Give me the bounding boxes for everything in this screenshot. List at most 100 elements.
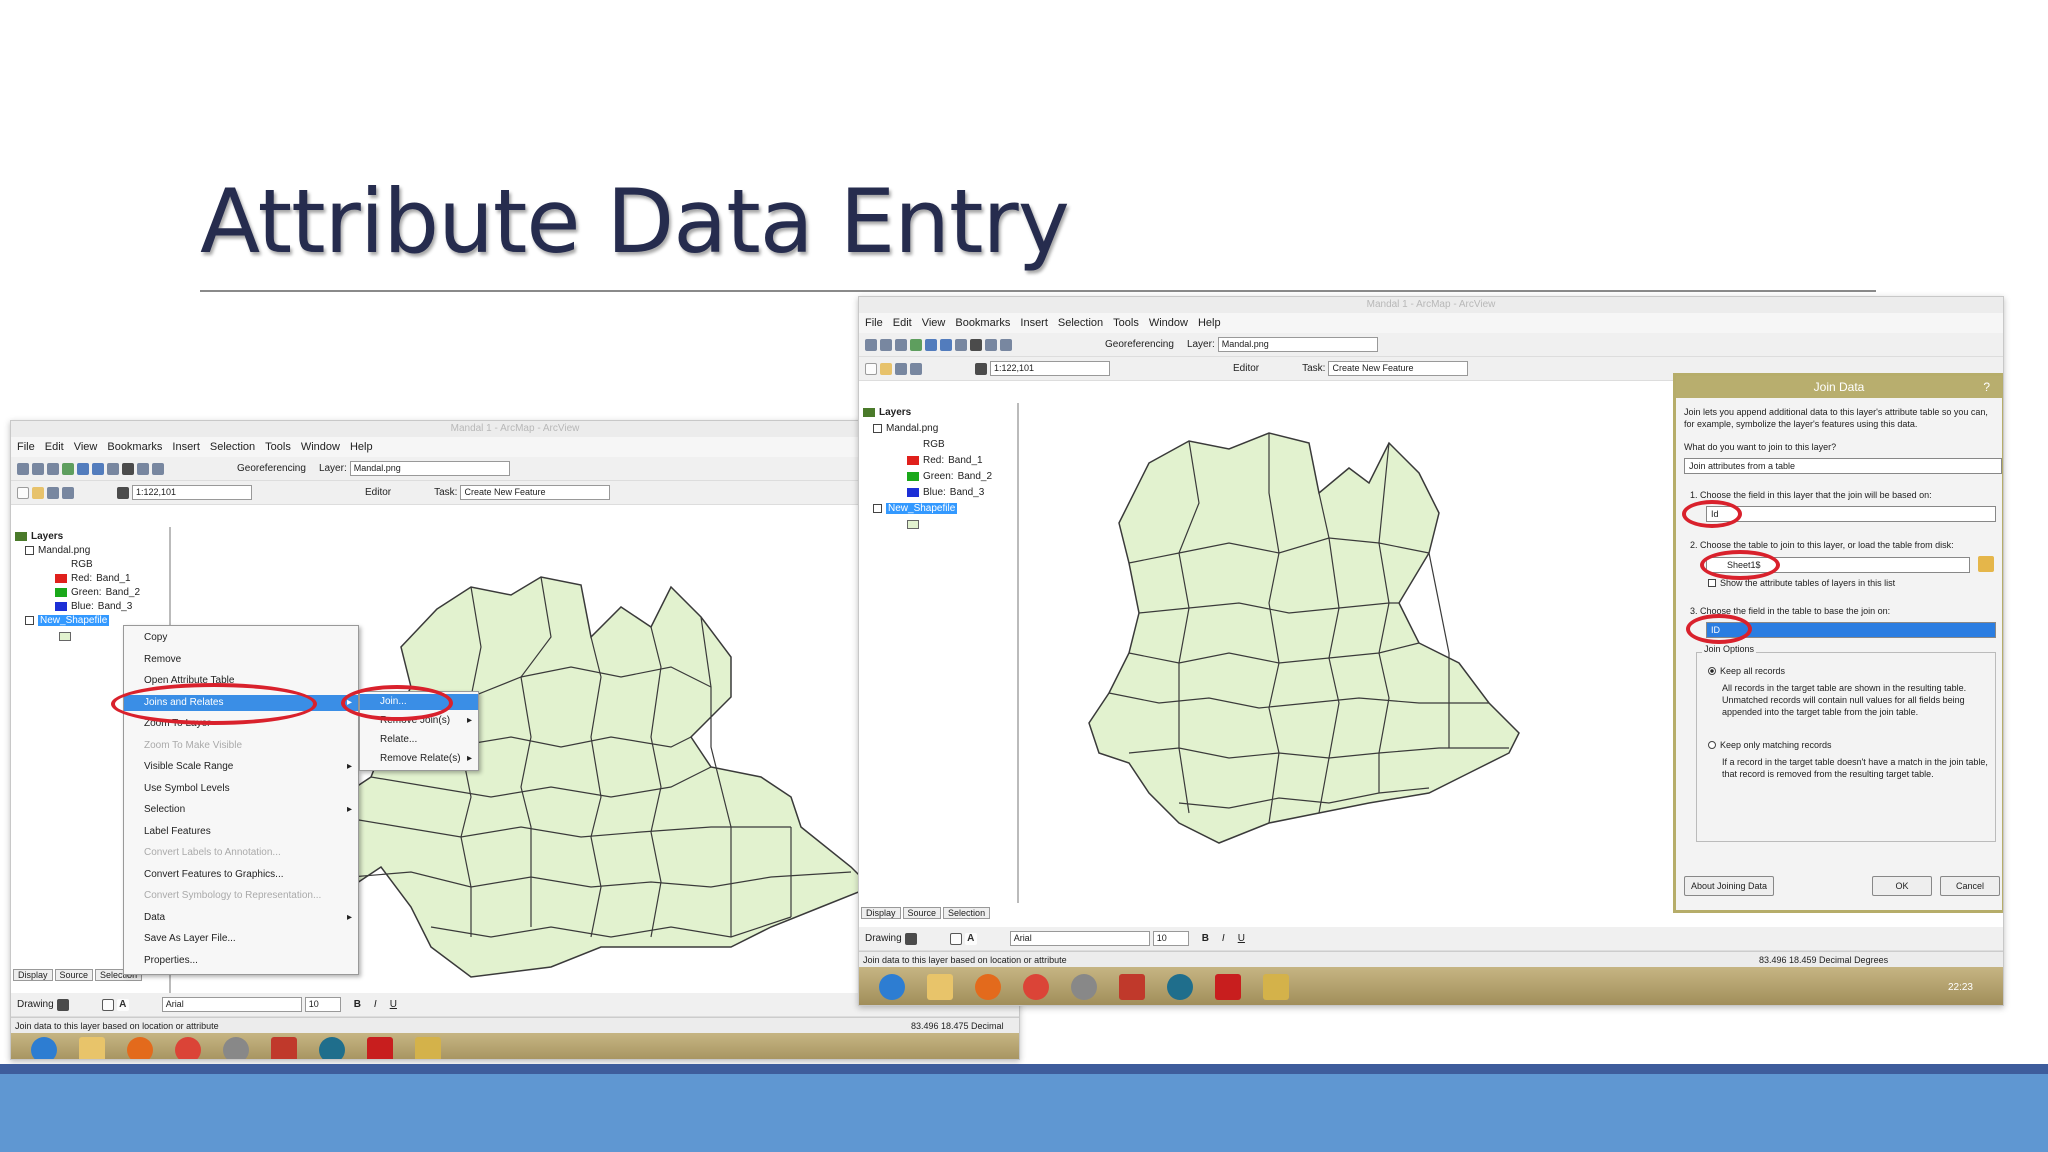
shapefile-label[interactable]: New_Shapefile: [886, 502, 958, 514]
context-menu-item[interactable]: Use Symbol Levels: [124, 781, 358, 797]
georeferencing-menu[interactable]: Georeferencing: [1105, 339, 1174, 350]
powerpoint-icon[interactable]: [271, 1037, 297, 1059]
keep-matching-radio[interactable]: Keep only matching records: [1708, 740, 1832, 750]
layer-select[interactable]: Mandal.png: [349, 461, 510, 476]
tool-icon[interactable]: [1263, 974, 1289, 1000]
about-joining-button[interactable]: About Joining Data: [1684, 876, 1774, 896]
toc-shapefile[interactable]: New_Shapefile: [25, 613, 110, 627]
radio-icon[interactable]: [1708, 741, 1716, 749]
editor-menu[interactable]: Editor: [365, 487, 391, 498]
ie-icon[interactable]: [31, 1037, 57, 1059]
georeferencing-menu[interactable]: Georeferencing: [237, 463, 306, 474]
save-icon[interactable]: [895, 362, 907, 375]
menu-help[interactable]: Help: [350, 441, 373, 453]
font-select[interactable]: Arial: [1009, 931, 1150, 946]
menu-selection[interactable]: Selection: [1058, 317, 1103, 329]
back-icon[interactable]: [77, 462, 89, 475]
font-size-select[interactable]: 10: [1152, 931, 1189, 946]
print-icon[interactable]: [910, 362, 922, 375]
checkbox-icon[interactable]: [873, 503, 882, 513]
add-data-icon[interactable]: [975, 362, 987, 375]
drawing-menu[interactable]: Drawing: [865, 933, 902, 944]
context-menu-item[interactable]: Data ▸: [124, 910, 358, 926]
context-menu-item[interactable]: Save As Layer File...: [124, 931, 358, 947]
font-size-select[interactable]: 10: [304, 997, 341, 1012]
zoom-out-icon[interactable]: [880, 338, 892, 351]
pan-icon[interactable]: [47, 462, 59, 475]
context-menu-item[interactable]: Properties...: [124, 953, 358, 969]
context-menu-item[interactable]: Selection ▸: [124, 802, 358, 818]
tab-display[interactable]: Display: [13, 969, 53, 981]
ie-icon[interactable]: [879, 974, 905, 1000]
identify-icon[interactable]: [970, 338, 982, 351]
toc-root[interactable]: Layers: [15, 529, 63, 543]
firefox-icon[interactable]: [127, 1037, 153, 1059]
menu-insert[interactable]: Insert: [172, 441, 200, 453]
layer-select[interactable]: Mandal.png: [1217, 337, 1378, 352]
task-select[interactable]: Create New Feature: [1328, 361, 1469, 376]
menu-tools[interactable]: Tools: [1113, 317, 1139, 329]
open-icon[interactable]: [32, 486, 44, 499]
zoom-in-icon[interactable]: [17, 462, 29, 475]
toc-shapefile[interactable]: New_Shapefile: [873, 501, 958, 515]
pdf-icon[interactable]: [367, 1037, 393, 1059]
underline-icon[interactable]: U: [1238, 933, 1245, 944]
menu-file[interactable]: File: [17, 441, 35, 453]
folder-icon[interactable]: [927, 974, 953, 1000]
checkbox-icon[interactable]: [1708, 579, 1716, 587]
pointer-icon[interactable]: [56, 998, 69, 1011]
zoom-in-icon[interactable]: [865, 338, 877, 351]
context-menu-item[interactable]: Remove: [124, 652, 358, 668]
join-type-select[interactable]: Join attributes from a table: [1684, 458, 2002, 474]
pan-icon[interactable]: [895, 338, 907, 351]
select-icon[interactable]: [107, 462, 119, 475]
rectangle-icon[interactable]: [101, 998, 114, 1011]
underline-icon[interactable]: U: [390, 999, 397, 1010]
forward-icon[interactable]: [92, 462, 104, 475]
zoom-out-icon[interactable]: [32, 462, 44, 475]
arcgis-icon[interactable]: [1167, 974, 1193, 1000]
forward-icon[interactable]: [940, 338, 952, 351]
cancel-button[interactable]: Cancel: [1940, 876, 2000, 896]
save-icon[interactable]: [47, 486, 59, 499]
task-select[interactable]: Create New Feature: [460, 485, 611, 500]
checkbox-icon[interactable]: [25, 545, 34, 555]
menu-view[interactable]: View: [922, 317, 946, 329]
toc-raster[interactable]: Mandal.png: [873, 421, 938, 435]
tab-display[interactable]: Display: [861, 907, 901, 919]
editor-menu[interactable]: Editor: [1233, 363, 1259, 374]
globe-icon[interactable]: [62, 462, 74, 475]
drawing-menu[interactable]: Drawing: [17, 999, 54, 1010]
tab-source[interactable]: Source: [54, 969, 94, 981]
text-icon[interactable]: A: [116, 998, 129, 1011]
open-icon[interactable]: [880, 362, 892, 375]
new-icon[interactable]: [17, 486, 29, 499]
select-icon[interactable]: [955, 338, 967, 351]
tab-source[interactable]: Source: [902, 907, 942, 919]
find-icon[interactable]: [137, 462, 149, 475]
context-menu-item[interactable]: Copy: [124, 630, 358, 646]
map-view[interactable]: [1019, 403, 1529, 903]
keep-all-radio[interactable]: Keep all records: [1708, 666, 1785, 676]
measure-icon[interactable]: [152, 462, 164, 475]
settings-icon[interactable]: [1071, 974, 1097, 1000]
browse-folder-icon[interactable]: [1978, 556, 1994, 572]
folder-icon[interactable]: [79, 1037, 105, 1059]
submenu-item[interactable]: Relate...: [360, 732, 478, 748]
add-data-icon[interactable]: [117, 486, 129, 499]
chrome-icon[interactable]: [1023, 974, 1049, 1000]
checkbox-icon[interactable]: [873, 423, 882, 433]
print-icon[interactable]: [62, 486, 74, 499]
settings-icon[interactable]: [223, 1037, 249, 1059]
chrome-icon[interactable]: [175, 1037, 201, 1059]
text-icon[interactable]: A: [964, 932, 977, 945]
bold-icon[interactable]: B: [354, 999, 361, 1010]
checkbox-icon[interactable]: [25, 615, 34, 625]
menu-bookmarks[interactable]: Bookmarks: [955, 317, 1010, 329]
pdf-icon[interactable]: [1215, 974, 1241, 1000]
identify-icon[interactable]: [122, 462, 134, 475]
firefox-icon[interactable]: [975, 974, 1001, 1000]
menu-window[interactable]: Window: [1149, 317, 1188, 329]
powerpoint-icon[interactable]: [1119, 974, 1145, 1000]
bold-icon[interactable]: B: [1202, 933, 1209, 944]
